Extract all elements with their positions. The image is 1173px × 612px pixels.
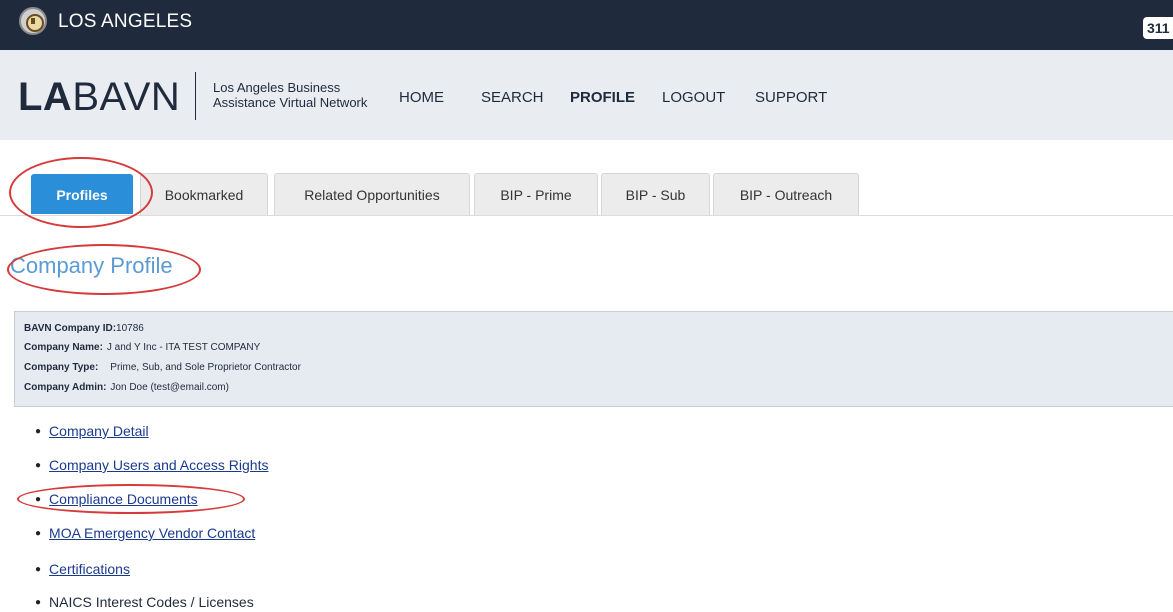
bullet-icon: ● [35, 528, 42, 539]
page-title: Company Profile [10, 253, 173, 278]
nav-profile[interactable]: PROFILE [570, 89, 635, 106]
tab-bookmarked[interactable]: Bookmarked [140, 173, 268, 215]
link-company-users[interactable]: Company Users and Access Rights [49, 457, 268, 473]
nav-support[interactable]: SUPPORT [755, 89, 827, 106]
list-item: ● NAICS Interest Codes / Licenses [35, 594, 254, 610]
labavn-logo[interactable]: LABAVN [18, 77, 180, 117]
company-id-label: BAVN Company ID: [24, 323, 117, 334]
company-name-row: Company Name: J and Y Inc - ITA TEST COMP… [24, 342, 260, 353]
company-admin-value: Jon Doe (test@email.com) [110, 382, 229, 393]
list-item: ● Company Users and Access Rights [35, 457, 268, 473]
list-item: ● MOA Emergency Vendor Contact [35, 525, 255, 541]
city-seal-icon[interactable] [19, 7, 47, 35]
tab-profiles[interactable]: Profiles [31, 174, 133, 214]
city-title[interactable]: LOS ANGELES [58, 11, 192, 33]
company-type-row: Company Type: Prime, Sub, and Sole Propri… [24, 362, 301, 373]
company-name-label: Company Name: [24, 342, 103, 353]
logo-subtitle-line2: Assistance Virtual Network [213, 95, 368, 110]
list-item: ● Certifications [35, 561, 130, 577]
link-company-detail[interactable]: Company Detail [49, 423, 149, 439]
site-header: LABAVN Los Angeles Business Assistance V… [0, 50, 1173, 140]
tab-bip-outreach[interactable]: BIP - Outreach [713, 173, 859, 215]
list-item: ● Compliance Documents [35, 491, 198, 507]
logo-la: LA [18, 75, 73, 119]
nav-logout[interactable]: LOGOUT [662, 89, 725, 106]
link-naics-interest-codes[interactable]: NAICS Interest Codes / Licenses [49, 594, 254, 610]
city-bar: LOS ANGELES 311 [0, 0, 1173, 50]
logo-divider [195, 72, 196, 120]
company-type-label: Company Type: [24, 362, 99, 373]
company-admin-label: Company Admin: [24, 382, 107, 393]
tab-bip-sub[interactable]: BIP - Sub [601, 173, 710, 215]
company-info-box: BAVN Company ID:10786 Company Name: J and… [14, 311, 1173, 407]
list-item: ● Company Detail [35, 423, 149, 439]
company-type-value: Prime, Sub, and Sole Proprietor Contract… [110, 362, 301, 373]
bullet-icon: ● [35, 597, 42, 608]
link-moa-emergency-vendor-contact[interactable]: MOA Emergency Vendor Contact [49, 525, 255, 541]
link-compliance-documents[interactable]: Compliance Documents [49, 491, 198, 507]
bullet-icon: ● [35, 460, 42, 471]
tab-bip-prime[interactable]: BIP - Prime [474, 173, 598, 215]
logo-subtitle-line1: Los Angeles Business [213, 80, 341, 95]
badge-311[interactable]: 311 [1143, 17, 1173, 39]
company-id-row: BAVN Company ID:10786 [24, 323, 144, 334]
nav-search[interactable]: SEARCH [481, 89, 544, 106]
bullet-icon: ● [35, 426, 42, 437]
logo-subtitle: Los Angeles Business Assistance Virtual … [213, 80, 367, 110]
company-id-value: 10786 [116, 323, 144, 334]
nav-home[interactable]: HOME [399, 89, 444, 106]
company-name-value: J and Y Inc - ITA TEST COMPANY [106, 342, 261, 353]
tab-related-opportunities[interactable]: Related Opportunities [274, 173, 470, 215]
link-certifications[interactable]: Certifications [49, 561, 130, 577]
bullet-icon: ● [35, 494, 42, 505]
logo-bavn: BAVN [72, 75, 181, 119]
bullet-icon: ● [35, 564, 42, 575]
company-admin-row: Company Admin: Jon Doe (test@email.com) [24, 382, 229, 393]
